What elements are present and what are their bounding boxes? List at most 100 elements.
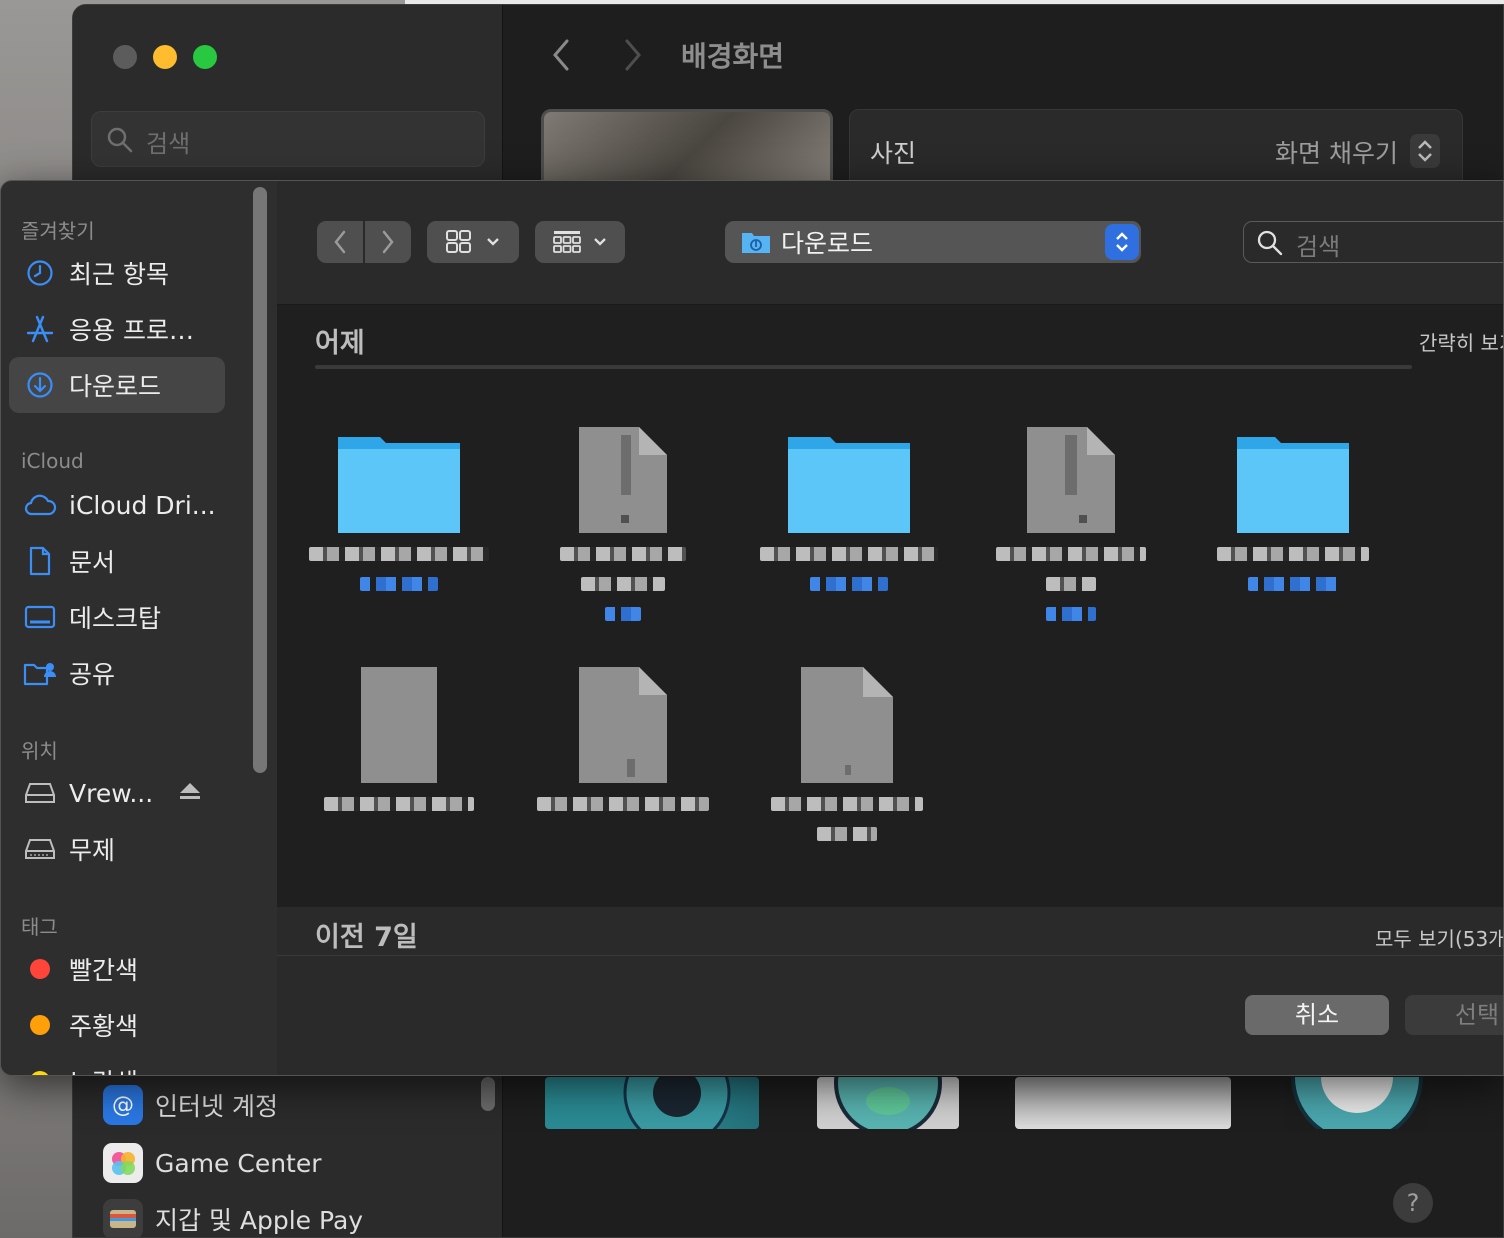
- red-tag-dot-icon: [30, 959, 50, 979]
- sidebar-scrollbar[interactable]: [253, 187, 267, 773]
- sidebar-item-icloud-drive[interactable]: iCloud Dri...: [9, 477, 225, 533]
- wallpaper-fill-value[interactable]: 화면 채우기: [1275, 134, 1398, 170]
- wallpaper-thumbnail[interactable]: [545, 1077, 759, 1129]
- folder-icon: [749, 405, 949, 535]
- sidebar-section-locations: 위치: [21, 739, 58, 763]
- sidebar-item-label: Vrew...: [69, 778, 154, 808]
- folder-icon: [299, 405, 499, 535]
- folder-item[interactable]: [1193, 405, 1393, 635]
- wallpaper-row-label: 사진: [870, 139, 917, 168]
- yellow-tag-dot-icon: [30, 1071, 50, 1075]
- sidebar-section-icloud: iCloud: [21, 449, 84, 473]
- downloads-folder-icon: [742, 233, 770, 253]
- sidebar-item-label: 빨간색: [69, 956, 139, 985]
- document-icon: [23, 544, 57, 578]
- group-by-button[interactable]: [535, 221, 625, 263]
- help-button[interactable]: ?: [1393, 1183, 1433, 1223]
- settings-search-placeholder: 검색: [146, 130, 191, 158]
- settings-nav-label: 인터넷 계정: [155, 1092, 278, 1121]
- sidebar-item-applications[interactable]: 응용 프로…: [9, 301, 225, 357]
- chevron-down-icon: [594, 238, 606, 246]
- select-button[interactable]: 선택: [1405, 995, 1503, 1035]
- folder-item[interactable]: [749, 405, 949, 635]
- eject-icon[interactable]: [179, 781, 201, 801]
- settings-nav-wallet[interactable]: 지갑 및 Apple Pay: [103, 1197, 364, 1237]
- panel-footer: 이전 7일 모두 보기(53개) 취소 선택: [277, 907, 1503, 1075]
- sidebar-item-label: 다운로드: [69, 372, 162, 401]
- show-all-link[interactable]: 모두 보기(53개): [1375, 923, 1503, 952]
- show-less-link[interactable]: 간략히 보기: [1419, 327, 1503, 356]
- sidebar-item-label: 문서: [69, 548, 116, 577]
- popup-stepper-icon[interactable]: [1410, 134, 1440, 168]
- settings-nav-label: 지갑 및 Apple Pay: [155, 1206, 364, 1235]
- cloud-icon: [23, 488, 57, 522]
- window-minimize-button[interactable]: [153, 45, 177, 69]
- sidebar-item-documents[interactable]: 문서: [9, 533, 225, 589]
- sidebar-tag-yellow[interactable]: 노란색: [9, 1053, 225, 1075]
- chevron-down-icon: [487, 238, 499, 246]
- settings-search-field[interactable]: 검색: [91, 111, 485, 167]
- download-icon: [23, 368, 57, 402]
- settings-nav-game-center[interactable]: Game Center: [103, 1141, 322, 1185]
- forward-chevron-icon[interactable]: [621, 37, 645, 73]
- applications-icon: [23, 312, 57, 346]
- sidebar-item-desktop[interactable]: 데스크탑: [9, 589, 225, 645]
- forward-chevron-icon: [382, 230, 394, 254]
- panel-sidebar: 즐겨찾기 최근 항목 응용 프로… 다운로드 iCloud iCloud Dri…: [1, 181, 277, 1075]
- clock-icon: [23, 256, 57, 290]
- cancel-button[interactable]: 취소: [1245, 995, 1389, 1035]
- location-label: 다운로드: [781, 229, 874, 258]
- sidebar-item-recents[interactable]: 최근 항목: [9, 245, 225, 301]
- sidebar-item-label: 주황색: [69, 1012, 139, 1041]
- back-button[interactable]: [317, 221, 363, 263]
- wallet-icon: [103, 1199, 143, 1237]
- back-chevron-icon[interactable]: [549, 37, 573, 73]
- location-popup-button[interactable]: 다운로드: [725, 221, 1141, 263]
- sidebar-section-favorites: 즐겨찾기: [21, 219, 95, 243]
- sidebar-item-vrew-volume[interactable]: Vrew...: [9, 765, 225, 821]
- open-file-panel: 즐겨찾기 최근 항목 응용 프로… 다운로드 iCloud iCloud Dri…: [0, 180, 1504, 1076]
- blank-document-item[interactable]: [299, 655, 499, 885]
- up-down-arrows-icon: [1105, 224, 1139, 260]
- shared-folder-icon: [23, 656, 57, 690]
- window-close-button[interactable]: [113, 45, 137, 69]
- wallpaper-thumbnail[interactable]: [817, 1077, 959, 1129]
- view-mode-button[interactable]: [427, 221, 519, 263]
- document-item[interactable]: [523, 655, 723, 885]
- folder-item[interactable]: [299, 405, 499, 635]
- document-icon: [971, 405, 1171, 535]
- group-title-previous-7-days: 이전 7일: [315, 922, 418, 953]
- document-item[interactable]: [523, 405, 723, 635]
- settings-nav-internet-accounts[interactable]: @ 인터넷 계정: [103, 1083, 278, 1127]
- sidebar-item-label: 노란색: [69, 1063, 138, 1075]
- settings-sidebar-scrollbar[interactable]: [481, 1077, 495, 1111]
- group-title-yesterday: 어제: [315, 328, 365, 359]
- footer-divider: [277, 955, 1503, 956]
- file-browser-content: 어제 간략히 보기: [277, 305, 1503, 955]
- back-chevron-icon: [334, 230, 346, 254]
- wallpaper-thumbnail[interactable]: [1015, 1077, 1231, 1129]
- disk-icon: [23, 776, 57, 810]
- game-center-icon: [103, 1143, 143, 1183]
- panel-search-field[interactable]: 검색: [1243, 221, 1503, 263]
- search-icon: [107, 127, 133, 153]
- wallpaper-thumbnail[interactable]: [1285, 1077, 1429, 1129]
- sidebar-item-label: 응용 프로…: [69, 316, 194, 345]
- icon-view-icon: [446, 230, 471, 253]
- blank-document-icon: [299, 655, 499, 785]
- document-icon: [523, 405, 723, 535]
- at-sign-icon: @: [103, 1085, 143, 1125]
- sidebar-item-shared[interactable]: 공유: [9, 645, 225, 701]
- sidebar-tag-orange[interactable]: 주황색: [9, 997, 225, 1053]
- document-icon: [747, 655, 947, 785]
- sidebar-item-untitled-disk[interactable]: 무제: [9, 821, 225, 877]
- sidebar-tag-red[interactable]: 빨간색: [9, 941, 225, 997]
- sidebar-item-downloads[interactable]: 다운로드: [9, 357, 225, 413]
- window-zoom-button[interactable]: [193, 45, 217, 69]
- document-item[interactable]: [971, 405, 1171, 635]
- settings-header: 배경화면: [503, 5, 1503, 105]
- document-item[interactable]: [747, 655, 947, 885]
- group-grid-icon: [553, 231, 581, 253]
- search-placeholder: 검색: [1296, 233, 1341, 261]
- forward-button[interactable]: [365, 221, 411, 263]
